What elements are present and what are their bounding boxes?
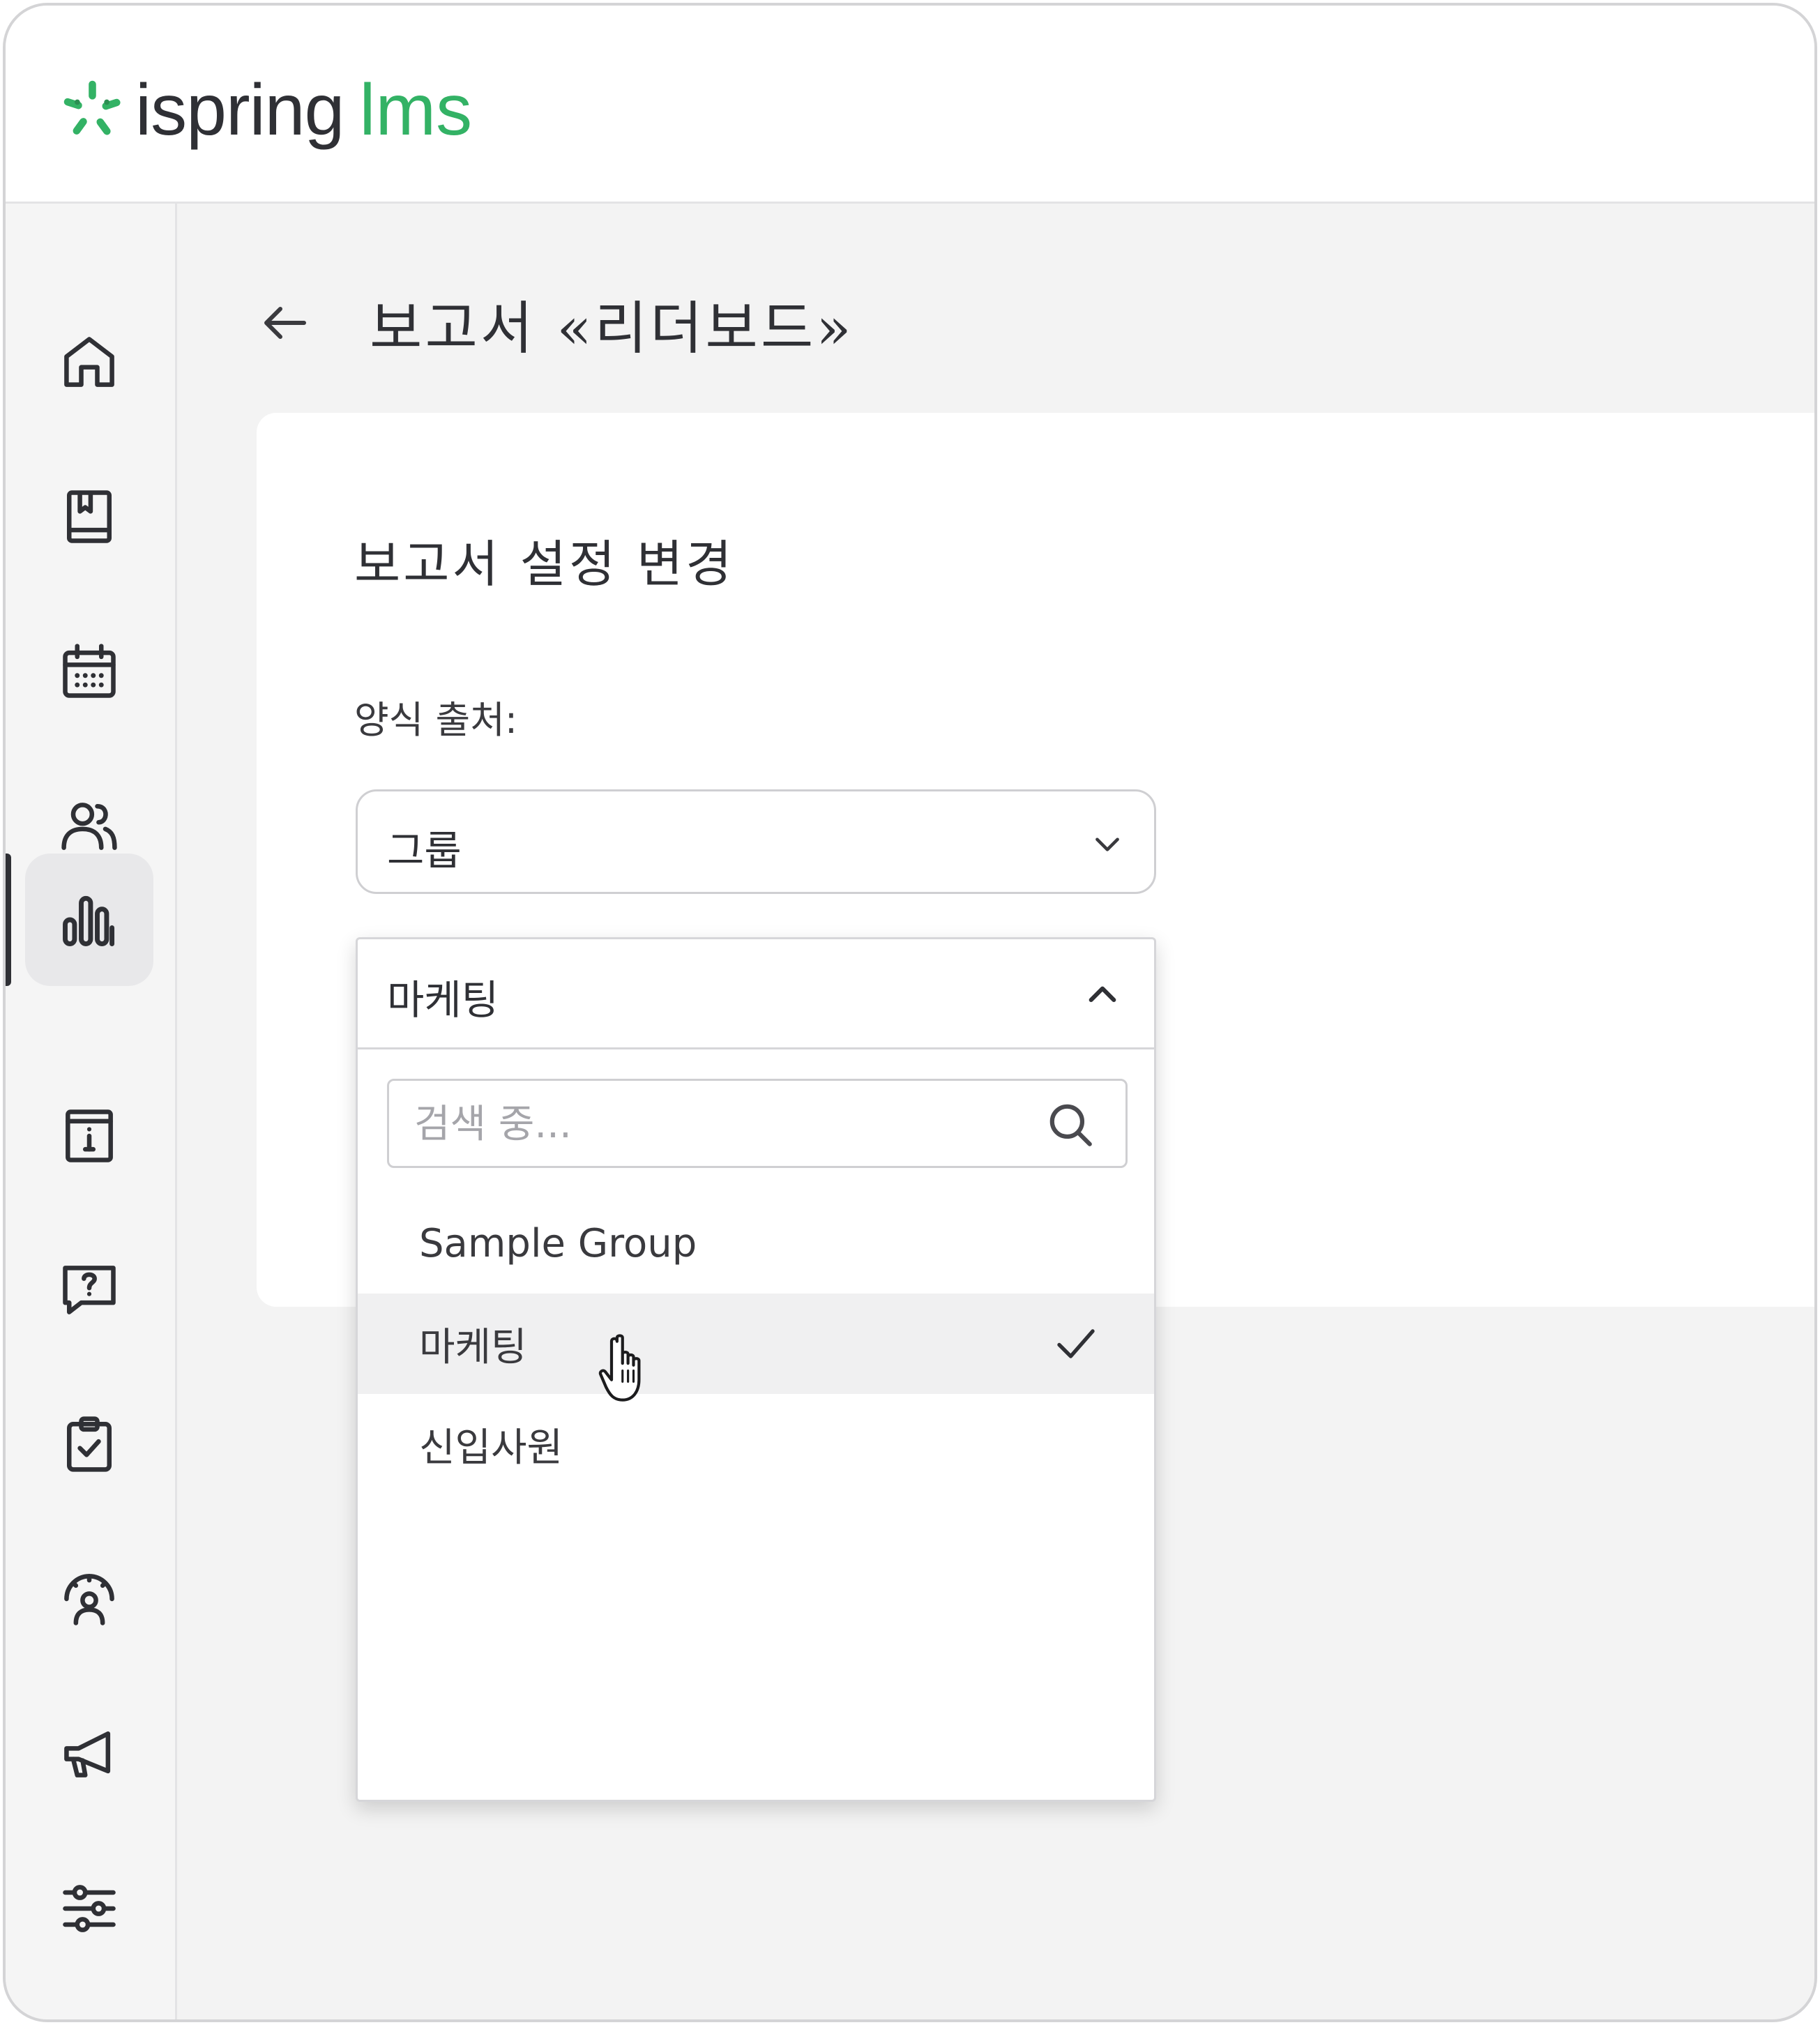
group-search-input[interactable] [414, 1096, 1042, 1152]
check-icon [1057, 1329, 1095, 1358]
search-icon[interactable] [1045, 1099, 1096, 1151]
sidebar-item-info[interactable] [25, 1070, 153, 1202]
hand-cursor-icon [598, 1334, 641, 1402]
user-gauge-icon [64, 1574, 114, 1625]
group-select-value: 마케팅 [387, 976, 499, 1024]
card-title: 보고서 설정 변경 [354, 535, 735, 593]
source-select[interactable]: 그룹 [356, 789, 1156, 894]
help-chat-icon [63, 1266, 116, 1314]
option-marketing[interactable]: 마케팅 [358, 1294, 1154, 1394]
option-new-employees[interactable]: 신입사원 [358, 1394, 1154, 1494]
group-select[interactable]: 마케팅 [358, 939, 1154, 1049]
app-window: ispring lms 보고서 «리더보드» 보고서 설정 변경 양식 출처: … [3, 3, 1817, 2022]
sliders-icon [63, 1885, 116, 1932]
sidebar-item-assignments[interactable] [25, 1378, 153, 1510]
sidebar-item-calendar[interactable] [25, 605, 153, 738]
option-label: Sample Group [419, 1220, 697, 1266]
source-label: 양식 출처: [354, 698, 518, 742]
megaphone-icon [64, 1731, 111, 1777]
sidebar-active-marker [6, 854, 11, 986]
sidebar-item-reports[interactable] [25, 854, 153, 986]
logo-brand-text: ispring [135, 70, 344, 151]
info-card-icon [66, 1109, 113, 1162]
sidebar-item-performance[interactable] [25, 1533, 153, 1665]
logo-product-text: lms [359, 70, 473, 151]
chevron-up-icon [1089, 986, 1116, 1003]
users-icon [61, 803, 117, 850]
sidebar-item-courses[interactable] [25, 450, 153, 583]
sidebar-item-home[interactable] [25, 296, 153, 428]
ispring-logo-icon [63, 80, 121, 135]
top-header: ispring lms [6, 6, 1814, 204]
home-icon [64, 337, 114, 387]
page-header: 보고서 «리더보드» [257, 285, 854, 362]
back-arrow-icon[interactable] [257, 295, 312, 351]
option-sample-group[interactable]: Sample Group [358, 1193, 1154, 1294]
option-label: 신입사원 [419, 1425, 563, 1471]
sidebar-item-help[interactable] [25, 1223, 153, 1356]
chevron-down-icon [1095, 837, 1119, 851]
clipboard-check-icon [66, 1416, 112, 1472]
ispring-logo[interactable]: ispring lms [59, 72, 472, 149]
sidebar-item-settings[interactable] [25, 1842, 153, 1975]
bar-chart-icon [63, 895, 115, 946]
sidebar-item-announcements[interactable] [25, 1688, 153, 1820]
calendar-icon [63, 644, 116, 698]
group-dropdown: 마케팅 Sample Group 마케팅 신입사원 [356, 937, 1156, 1802]
group-search-box [387, 1079, 1128, 1168]
sidebar [6, 204, 177, 2019]
page-title: 보고서 «리더보드» [370, 295, 854, 362]
source-select-value: 그룹 [387, 827, 462, 874]
book-icon [66, 490, 112, 543]
option-label: 마케팅 [419, 1324, 527, 1370]
